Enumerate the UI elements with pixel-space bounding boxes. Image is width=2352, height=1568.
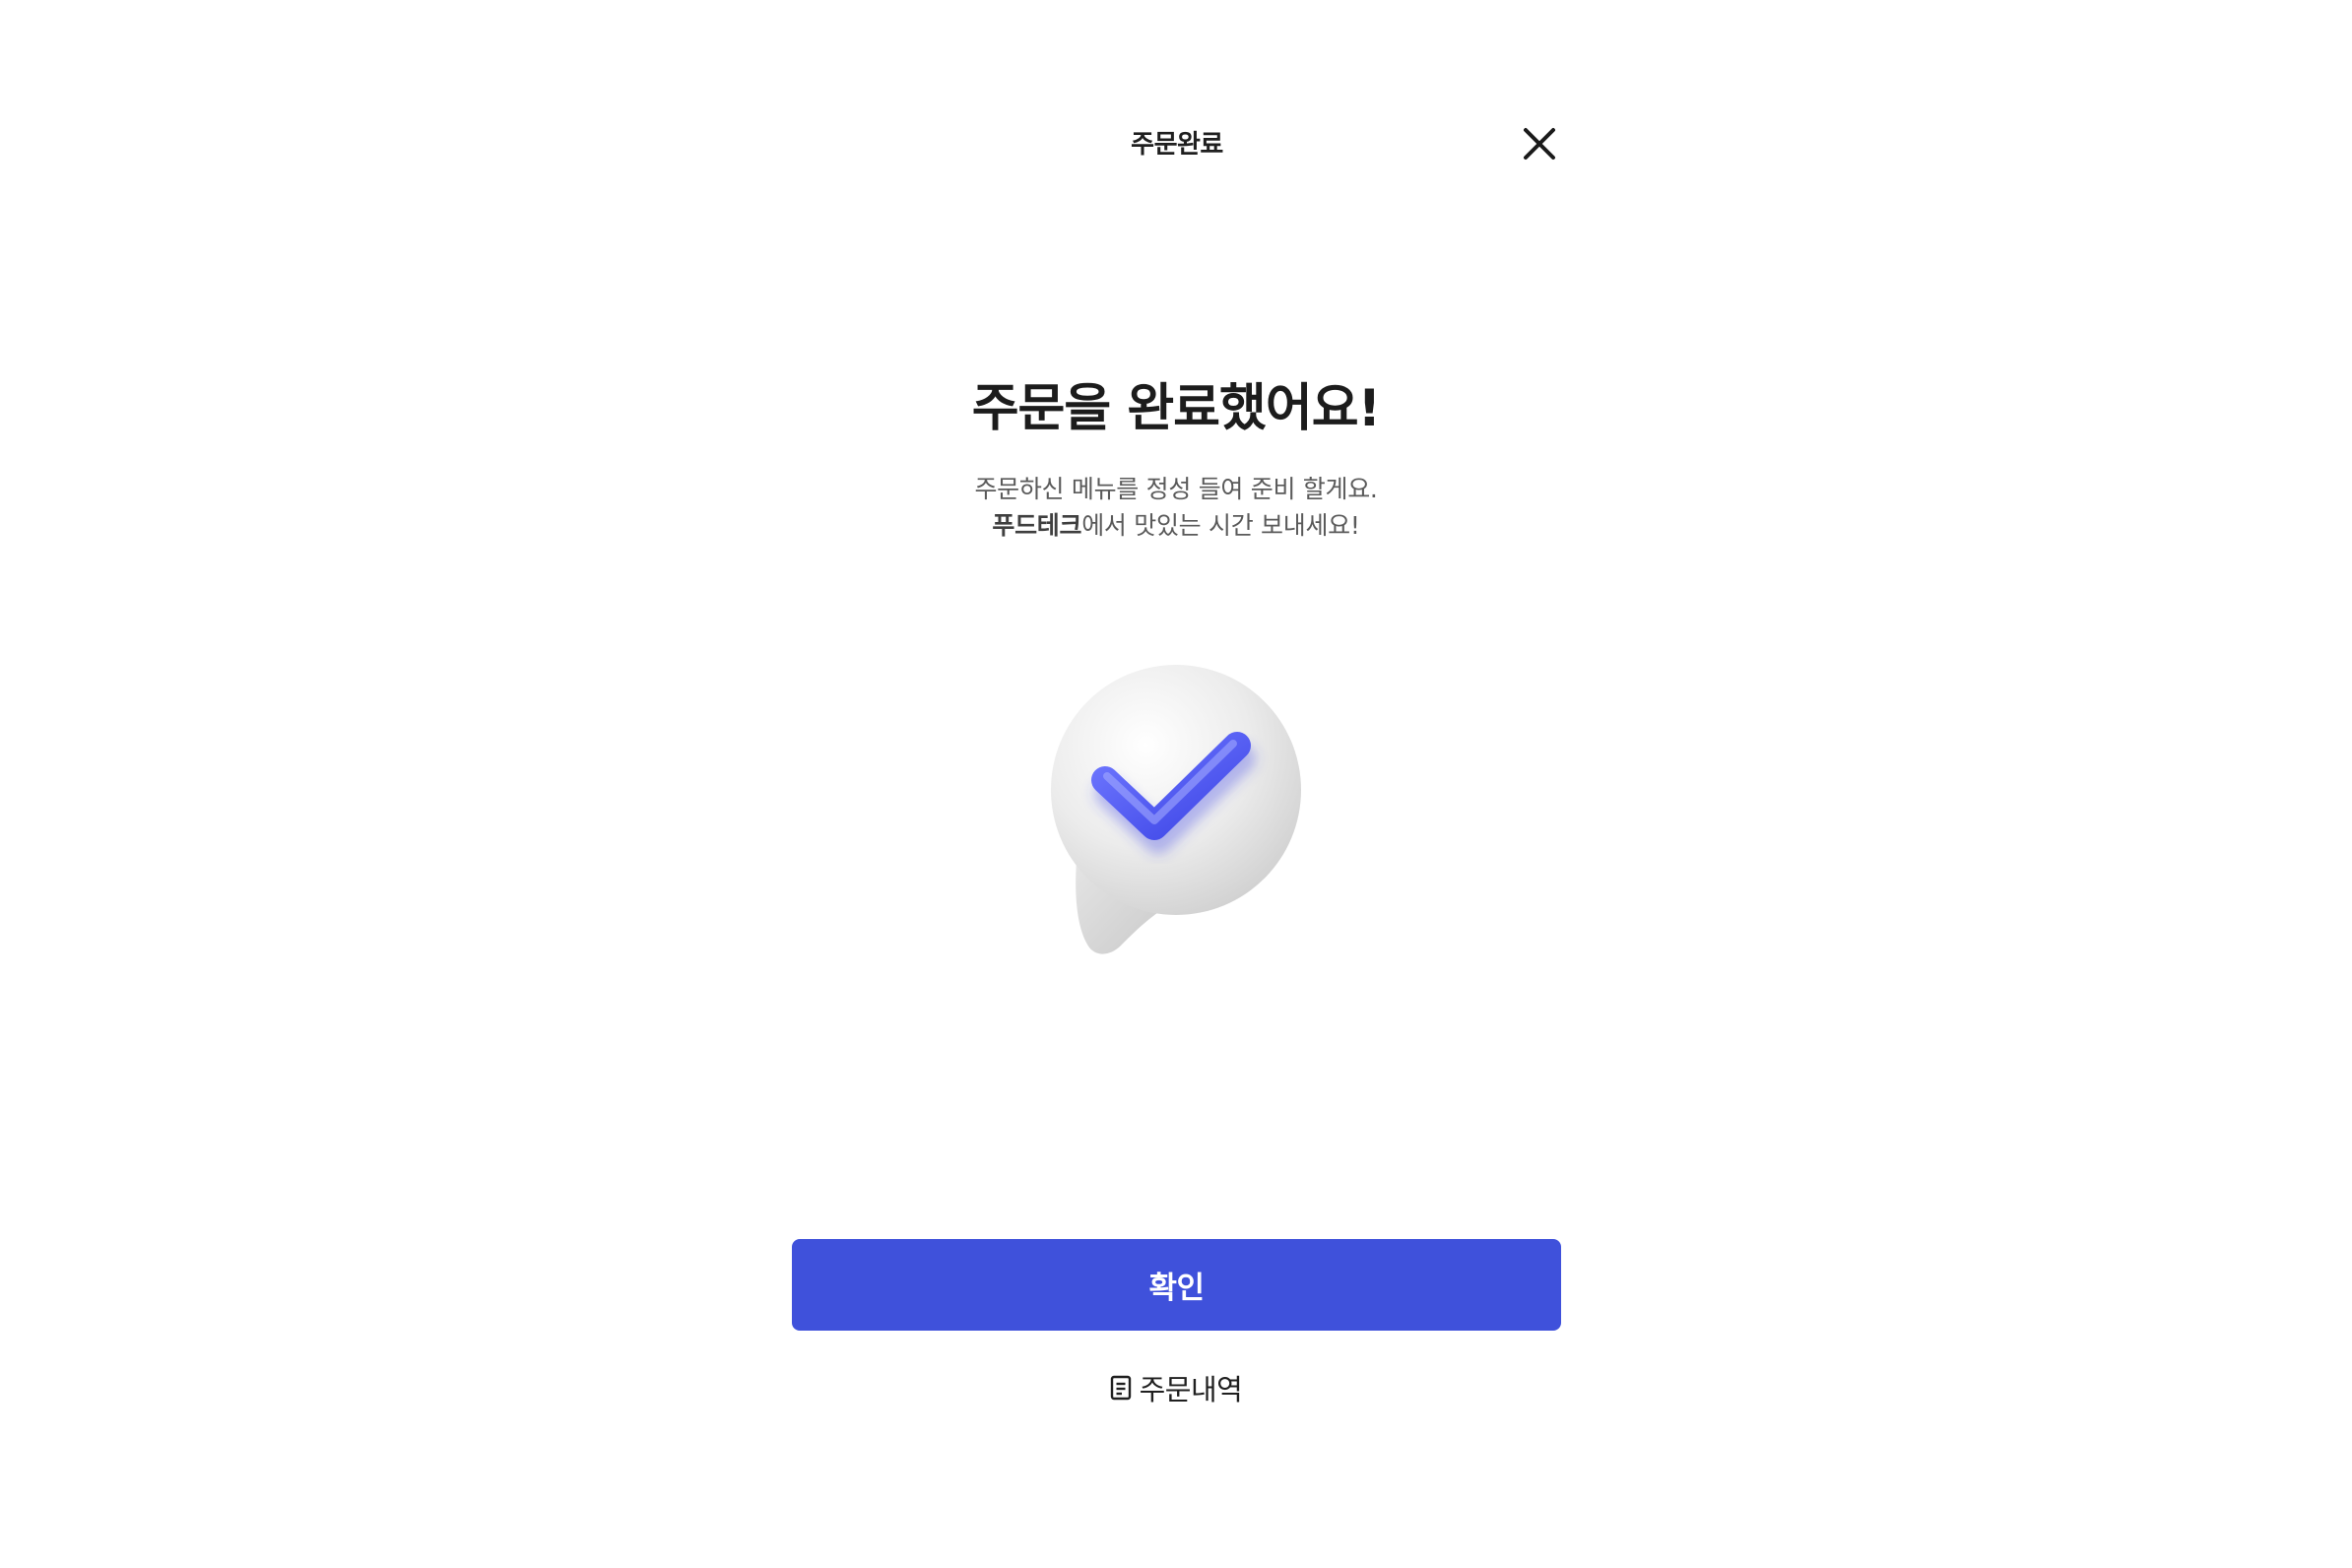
brand-name: 푸드테크 xyxy=(992,511,1082,540)
check-bubble-icon xyxy=(1038,662,1314,967)
confirm-button[interactable]: 확인 xyxy=(792,1239,1561,1331)
close-button[interactable] xyxy=(1518,122,1561,165)
order-complete-screen: 주문완료 주문을 완료했어요! 주문하신 메뉴를 정성 들여 준비 할게요. 푸… xyxy=(0,0,2352,1568)
page-title: 주문을 완료했어요! xyxy=(971,379,1382,438)
message-line-1: 주문하신 메뉴를 정성 들여 준비 할게요. xyxy=(974,475,1378,503)
message-line-2-text: 에서 맛있는 시간 보내세요! xyxy=(1081,511,1360,540)
order-history-label: 주문내역 xyxy=(1139,1373,1243,1406)
receipt-icon xyxy=(1110,1375,1131,1401)
header-title: 주문완료 xyxy=(1131,130,1223,160)
close-icon xyxy=(1524,128,1555,160)
header: 주문완료 xyxy=(788,108,1566,177)
message-line-2: 푸드테크에서 맛있는 시간 보내세요! xyxy=(0,507,2352,544)
completion-message: 주문하신 메뉴를 정성 들여 준비 할게요. 푸드테크에서 맛있는 시간 보내세… xyxy=(0,471,2352,544)
order-history-content: 주문내역 xyxy=(1110,1367,1243,1408)
order-history-link[interactable]: 주문내역 xyxy=(0,1367,2352,1408)
